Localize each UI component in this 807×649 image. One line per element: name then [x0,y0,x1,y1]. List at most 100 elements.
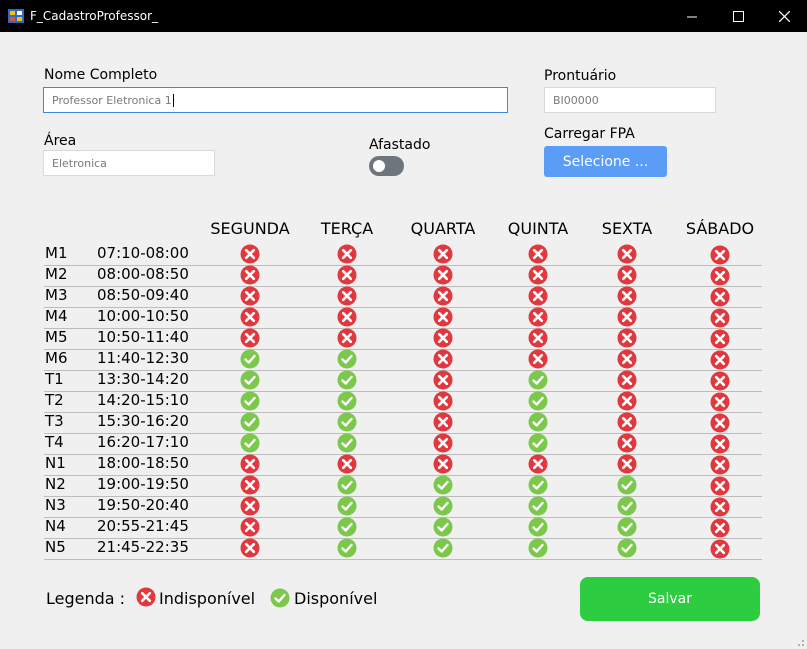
unavailable-icon[interactable] [617,454,637,474]
available-icon[interactable] [240,391,260,411]
available-icon[interactable] [240,370,260,390]
unavailable-icon[interactable] [710,287,730,307]
available-icon[interactable] [240,412,260,432]
unavailable-icon[interactable] [240,475,260,495]
unavailable-icon[interactable] [433,307,453,327]
available-icon[interactable] [337,391,357,411]
available-icon[interactable] [528,538,548,558]
available-icon[interactable] [337,349,357,369]
available-icon[interactable] [433,496,453,516]
minimize-button[interactable] [669,0,715,32]
unavailable-icon[interactable] [617,391,637,411]
unavailable-icon[interactable] [617,370,637,390]
afastado-toggle[interactable] [369,156,404,176]
unavailable-icon[interactable] [710,455,730,475]
unavailable-icon[interactable] [240,517,260,537]
unavailable-icon[interactable] [433,433,453,453]
unavailable-icon[interactable] [528,286,548,306]
close-button[interactable] [761,0,807,32]
unavailable-icon[interactable] [240,538,260,558]
available-icon[interactable] [337,496,357,516]
available-icon[interactable] [337,433,357,453]
available-icon[interactable] [528,475,548,495]
available-icon[interactable] [617,517,637,537]
unavailable-icon[interactable] [337,307,357,327]
unavailable-icon[interactable] [617,349,637,369]
unavailable-icon[interactable] [240,328,260,348]
selecione-button[interactable]: Selecione ... [544,146,667,177]
unavailable-icon[interactable] [337,454,357,474]
available-icon[interactable] [617,475,637,495]
available-icon[interactable] [528,370,548,390]
available-icon[interactable] [337,517,357,537]
available-icon[interactable] [617,538,637,558]
unavailable-icon[interactable] [710,413,730,433]
unavailable-icon[interactable] [617,286,637,306]
unavailable-icon[interactable] [337,265,357,285]
unavailable-icon[interactable] [617,307,637,327]
available-icon[interactable] [337,538,357,558]
unavailable-icon[interactable] [710,371,730,391]
unavailable-icon[interactable] [617,328,637,348]
available-icon[interactable] [337,412,357,432]
available-icon[interactable] [528,412,548,432]
unavailable-icon[interactable] [528,328,548,348]
available-icon[interactable] [528,433,548,453]
unavailable-icon[interactable] [710,350,730,370]
prontuario-input[interactable]: BI00000 [544,87,716,113]
unavailable-icon[interactable] [710,434,730,454]
unavailable-icon[interactable] [433,412,453,432]
unavailable-icon[interactable] [240,265,260,285]
unavailable-icon[interactable] [337,286,357,306]
unavailable-icon[interactable] [240,496,260,516]
unavailable-icon[interactable] [710,497,730,517]
unavailable-icon[interactable] [337,244,357,264]
unavailable-icon[interactable] [710,329,730,349]
available-icon[interactable] [240,349,260,369]
unavailable-icon[interactable] [433,370,453,390]
resize-grip-icon[interactable] [795,637,805,647]
unavailable-icon[interactable] [433,265,453,285]
unavailable-icon[interactable] [617,265,637,285]
unavailable-icon[interactable] [710,266,730,286]
area-input[interactable]: Eletronica [43,150,215,176]
save-button[interactable]: Salvar [580,577,760,621]
unavailable-icon[interactable] [617,433,637,453]
unavailable-icon[interactable] [710,539,730,559]
available-icon[interactable] [433,475,453,495]
unavailable-icon[interactable] [240,286,260,306]
unavailable-icon[interactable] [710,392,730,412]
unavailable-icon[interactable] [528,244,548,264]
available-icon[interactable] [528,391,548,411]
unavailable-icon[interactable] [710,476,730,496]
available-icon[interactable] [528,517,548,537]
unavailable-icon[interactable] [710,245,730,265]
unavailable-icon[interactable] [240,454,260,474]
unavailable-icon[interactable] [433,328,453,348]
unavailable-icon[interactable] [433,349,453,369]
unavailable-icon[interactable] [433,391,453,411]
unavailable-icon[interactable] [240,307,260,327]
maximize-button[interactable] [715,0,761,32]
unavailable-icon[interactable] [240,244,260,264]
available-icon[interactable] [337,475,357,495]
available-icon[interactable] [617,496,637,516]
unavailable-icon[interactable] [710,518,730,538]
available-icon[interactable] [240,433,260,453]
unavailable-icon[interactable] [433,454,453,474]
available-icon[interactable] [337,370,357,390]
unavailable-icon[interactable] [528,307,548,327]
unavailable-icon[interactable] [710,308,730,328]
unavailable-icon[interactable] [337,328,357,348]
unavailable-icon[interactable] [433,286,453,306]
unavailable-icon[interactable] [528,349,548,369]
available-icon[interactable] [433,538,453,558]
unavailable-icon[interactable] [433,244,453,264]
unavailable-icon[interactable] [528,454,548,474]
available-icon[interactable] [433,517,453,537]
unavailable-icon[interactable] [528,265,548,285]
available-icon[interactable] [528,496,548,516]
nome-input[interactable]: Professor Eletronica 1 [43,87,508,113]
unavailable-icon[interactable] [617,412,637,432]
unavailable-icon[interactable] [617,244,637,264]
